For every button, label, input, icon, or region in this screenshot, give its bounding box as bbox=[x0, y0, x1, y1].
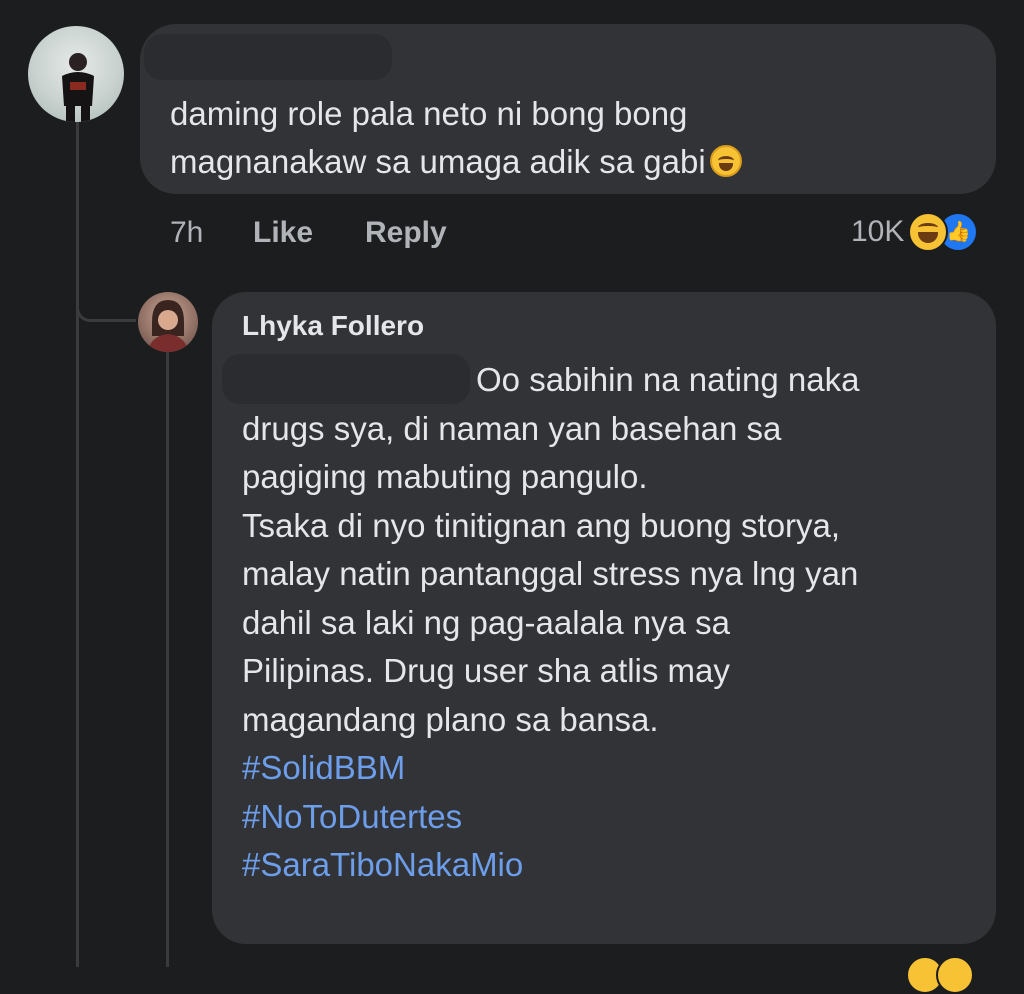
reply-line: Tsaka di nyo tinitignan ang buong storya… bbox=[242, 506, 841, 544]
reply-reaction-summary[interactable] bbox=[906, 956, 974, 994]
reply-author-avatar[interactable] bbox=[138, 292, 198, 352]
hashtag-link[interactable]: #SolidBBM bbox=[242, 744, 972, 793]
reaction-count: 10K bbox=[851, 215, 905, 248]
reply-line: pagiging mabuting pangulo. bbox=[242, 458, 648, 495]
commenter-avatar[interactable] bbox=[28, 26, 124, 122]
reply-line: Pilipinas. Drug user sha atlis may bbox=[242, 652, 730, 689]
comment-timestamp[interactable]: 7h bbox=[170, 213, 203, 253]
reply-line: magandang plano sa bansa. bbox=[242, 700, 659, 738]
reply-line: dahil sa laki ng pag-aalala nya sa bbox=[242, 603, 730, 641]
like-button[interactable]: Like bbox=[253, 213, 313, 253]
reply-text: Oo sabihin na nating naka drugs sya, di … bbox=[242, 356, 972, 890]
haha-icon bbox=[936, 956, 974, 994]
comment-line-1: daming role pala neto ni bong bong bbox=[170, 95, 688, 132]
reply-line: malay natin pantanggal stress nya lng ya… bbox=[242, 555, 859, 592]
hashtag-link[interactable]: #SaraTiboNakaMio bbox=[242, 841, 972, 890]
reaction-summary[interactable]: 10K 👍 bbox=[851, 210, 979, 254]
redacted-name bbox=[144, 34, 392, 80]
thread-line bbox=[76, 122, 79, 967]
hashtag-link[interactable]: #NoToDutertes bbox=[242, 793, 972, 842]
haha-icon bbox=[908, 212, 949, 252]
person-portrait-icon bbox=[148, 300, 188, 352]
reply-button[interactable]: Reply bbox=[365, 213, 447, 253]
reply-line: Oo sabihin na nating naka bbox=[476, 361, 860, 398]
reply-line: drugs sya, di naman yan basehan sa bbox=[242, 409, 782, 447]
reply-thread-line bbox=[166, 352, 169, 967]
rolling-laughing-emoji-icon bbox=[709, 145, 742, 177]
comment-line-2: magnanakaw sa umaga adik sa gabi bbox=[170, 138, 950, 186]
comment-text: daming role pala neto ni bong bong magna… bbox=[170, 90, 950, 186]
reply-author-name[interactable]: Lhyka Follero bbox=[242, 310, 424, 342]
person-silhouette-icon bbox=[62, 53, 94, 122]
comment-line-2-text: magnanakaw sa umaga adik sa gabi bbox=[170, 143, 706, 180]
thread-branch-line bbox=[76, 300, 136, 322]
